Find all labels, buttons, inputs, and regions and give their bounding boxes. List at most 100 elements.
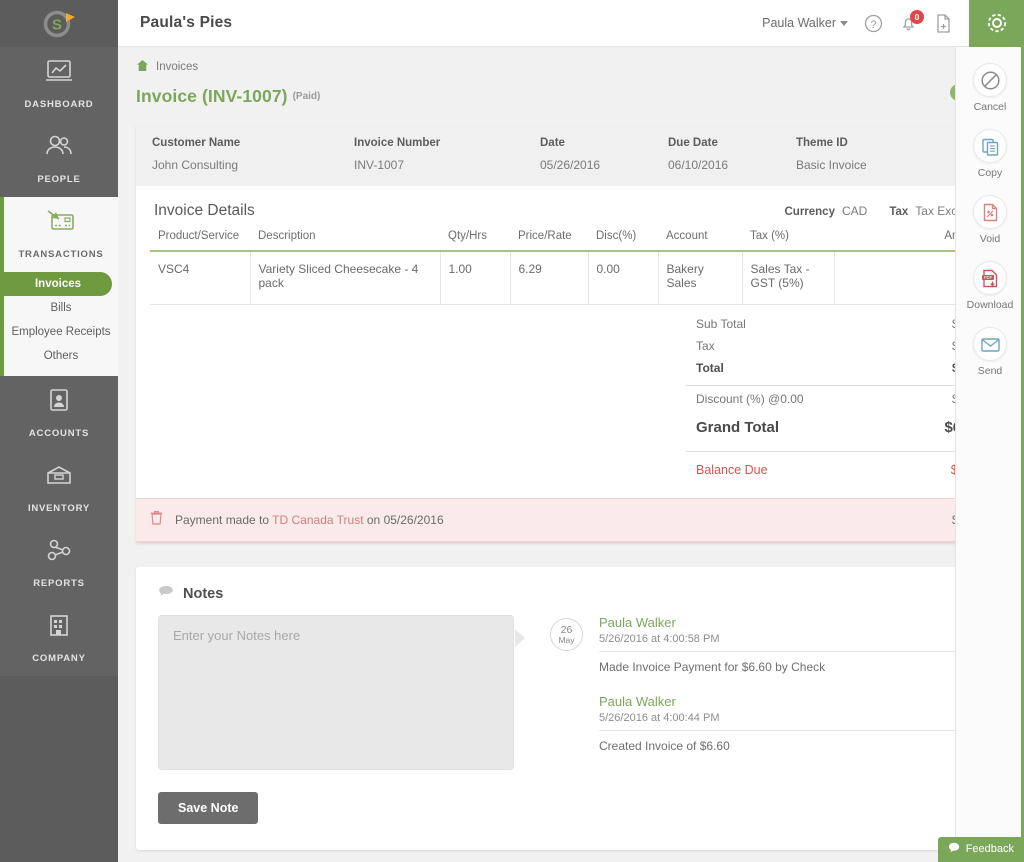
column-header: Product/Service <box>150 230 250 251</box>
topbar-actions: Paula Walker ? 0 <box>762 0 1024 46</box>
total-row-tax: Tax $0.31 <box>686 335 992 357</box>
svg-text:?: ? <box>870 19 876 31</box>
total-row-discount: Discount (%) @0.00 $0.00 <box>686 388 992 410</box>
info-value: INV-1007 <box>354 158 540 172</box>
left-sidebar: S DASHBOARD <box>0 0 118 862</box>
envelope-icon <box>973 327 1007 361</box>
sidebar-item-label: INVENTORY <box>28 503 90 514</box>
action-send[interactable]: Send <box>956 327 1024 377</box>
sidebar-item-company[interactable]: COMPANY <box>0 601 118 676</box>
page-header: Invoice (INV-1007) (Paid) 0 <box>118 75 1024 110</box>
sidebar-item-dashboard[interactable]: DASHBOARD <box>0 47 118 122</box>
action-void[interactable]: Void <box>956 195 1024 245</box>
svg-text:PDF: PDF <box>983 275 992 280</box>
transactions-card-icon <box>8 209 114 238</box>
payment-description: Payment made to TD Canada Trust on 05/26… <box>175 513 444 527</box>
totals-divider <box>686 451 992 452</box>
sidebar-item-transactions[interactable]: TRANSACTIONS <box>0 197 118 272</box>
payment-bank-link[interactable]: TD Canada Trust <box>272 513 363 527</box>
right-action-bar: Cancel Copy <box>955 47 1024 862</box>
cell-disc: 0.00 <box>588 251 658 305</box>
void-document-icon <box>973 195 1007 229</box>
sidebar-subitem-label: Bills <box>50 302 71 314</box>
info-value: John Consulting <box>152 158 354 172</box>
currency-label: Currency <box>784 206 835 218</box>
total-label: Total <box>696 361 724 375</box>
sidebar-subitem-employee-receipts[interactable]: Employee Receipts <box>4 320 118 344</box>
column-header: Price/Rate <box>510 230 588 251</box>
info-invoice-number: Invoice Number INV-1007 <box>354 137 540 172</box>
company-building-icon <box>4 613 114 642</box>
sidebar-item-accounts[interactable]: ACCOUNTS <box>0 376 118 451</box>
new-document-icon[interactable] <box>934 13 953 34</box>
total-row-total: Total $6.60 <box>686 357 992 379</box>
timeline-text: Created Invoice of $6.60 <box>599 731 984 753</box>
user-menu-label[interactable]: Paula Walker <box>762 16 836 30</box>
total-row-balance-due: Balance Due $0.00 <box>686 454 992 488</box>
accounts-portrait-icon <box>4 388 114 417</box>
action-label: Void <box>980 233 1000 245</box>
column-header: Description <box>250 230 440 251</box>
info-label: Customer Name <box>152 137 354 149</box>
home-icon[interactable] <box>136 59 149 75</box>
sidebar-subitem-invoices[interactable]: Invoices <box>4 272 112 296</box>
app-logo[interactable]: S <box>0 0 118 47</box>
chevron-down-icon[interactable] <box>840 21 848 26</box>
cell-price: 6.29 <box>510 251 588 305</box>
bell-icon[interactable]: 0 <box>899 14 918 33</box>
sidebar-item-label: COMPANY <box>32 653 85 664</box>
brand-title: Paula's Pies <box>140 14 232 32</box>
sidebar-item-label: TRANSACTIONS <box>18 249 103 260</box>
sidebar-item-reports[interactable]: REPORTS <box>0 526 118 601</box>
inventory-box-icon <box>4 463 114 492</box>
breadcrumb: Invoices <box>118 47 1024 75</box>
trash-icon[interactable] <box>150 510 163 530</box>
notes-textarea[interactable] <box>158 615 514 770</box>
notes-timeline-area: 26 May Paula Walker 5/26/2016 at 4:00:58… <box>516 615 984 824</box>
payment-row: Payment made to TD Canada Trust on 05/26… <box>136 498 1006 543</box>
invoice-details-header: Invoice Details Currency CAD Tax Tax Exc… <box>136 186 1006 230</box>
info-label: Invoice Number <box>354 137 540 149</box>
feedback-button[interactable]: Feedback <box>938 837 1024 862</box>
info-value: Basic Invoice <box>796 158 867 172</box>
comment-icon <box>158 585 174 603</box>
invoice-items-table: Product/Service Description Qty/Hrs Pric… <box>150 230 992 305</box>
save-note-button[interactable]: Save Note <box>158 792 258 824</box>
action-download[interactable]: PDF Download <box>956 261 1024 311</box>
sidebar-item-label: ACCOUNTS <box>29 428 89 439</box>
sidebar-subitem-label: Invoices <box>35 278 81 290</box>
action-cancel[interactable]: Cancel <box>956 63 1024 113</box>
timeline-entry: Paula Walker 5/26/2016 at 4:00:44 PM Cre… <box>599 694 984 753</box>
sidebar-item-inventory[interactable]: INVENTORY <box>0 451 118 526</box>
svg-text:S: S <box>52 16 62 33</box>
breadcrumb-invoices-link[interactable]: Invoices <box>156 61 198 73</box>
sidebar-subitem-label: Employee Receipts <box>11 326 110 338</box>
table-row: VSC4 Variety Sliced Cheesecake - 4 pack … <box>150 251 992 305</box>
notification-count-badge: 0 <box>910 10 924 24</box>
gear-icon[interactable] <box>969 0 1024 47</box>
reports-network-icon <box>4 538 114 567</box>
info-customer-name: Customer Name John Consulting <box>152 137 354 172</box>
sidebar-item-people[interactable]: PEOPLE <box>0 122 118 197</box>
total-row-subtotal: Sub Total $6.29 <box>686 313 992 335</box>
cell-description: Variety Sliced Cheesecake - 4 pack <box>250 251 440 305</box>
sidebar-subitem-others[interactable]: Others <box>4 344 118 368</box>
sidebar-subitem-bills[interactable]: Bills <box>4 296 118 320</box>
timeline-date-month: May <box>558 635 574 645</box>
cell-product: VSC4 <box>150 251 250 305</box>
balance-due-label: Balance Due <box>696 463 768 477</box>
discount-label: Discount (%) @0.00 <box>696 392 804 406</box>
info-theme-id: Theme ID Basic Invoice <box>796 137 867 172</box>
help-circle-icon[interactable]: ? <box>864 14 883 33</box>
cell-account: Bakery Sales <box>658 251 742 305</box>
timeline-date-bubble: 26 May <box>550 618 583 651</box>
info-due-date: Due Date 06/10/2016 <box>668 137 796 172</box>
timeline-author: Paula Walker <box>599 615 984 630</box>
totals-divider <box>686 385 992 386</box>
column-header: Disc(%) <box>588 230 658 251</box>
notes-title: Notes <box>183 586 223 602</box>
notes-header: Notes <box>158 585 984 603</box>
download-pdf-icon: PDF <box>973 261 1007 295</box>
action-copy[interactable]: Copy <box>956 129 1024 179</box>
timeline-timestamp: 5/26/2016 at 4:00:44 PM <box>599 712 984 731</box>
